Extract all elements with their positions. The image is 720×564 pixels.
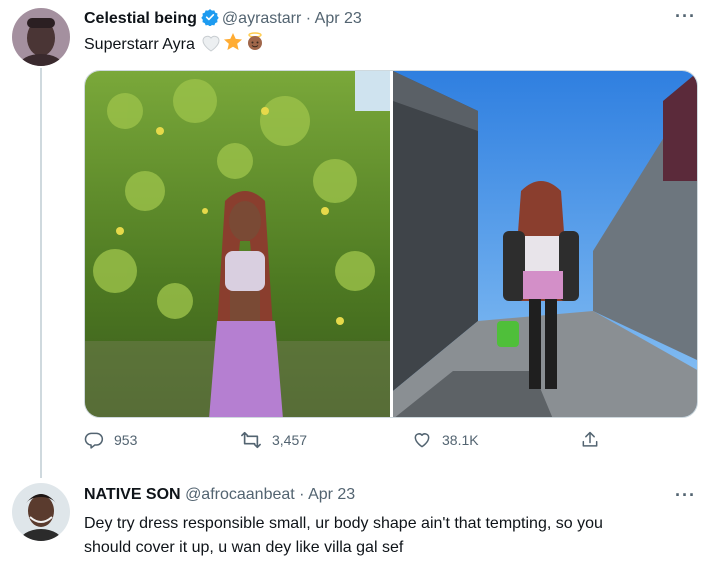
star-icon xyxy=(223,32,243,60)
author-handle[interactable]: @ayrastarr xyxy=(222,10,301,27)
separator-dot: · xyxy=(305,10,312,27)
media-grid[interactable] xyxy=(84,70,698,418)
thread-line xyxy=(40,68,42,478)
reply-icon xyxy=(84,432,104,449)
tweet-text: Superstarr Ayra xyxy=(84,32,265,60)
share-icon xyxy=(582,431,598,447)
author-avatar[interactable] xyxy=(12,8,70,66)
reply-timestamp[interactable]: Apr 23 xyxy=(308,486,355,503)
photo-1[interactable] xyxy=(85,71,390,417)
tweet-timestamp[interactable]: Apr 23 xyxy=(315,10,362,27)
angel-icon xyxy=(245,32,265,60)
more-options-button[interactable]: ··· xyxy=(675,6,696,27)
tweet-header: Celestial being @ayrastarr · Apr 23 xyxy=(84,8,362,32)
reply-header: NATIVE SON @afrocaanbeat · Apr 23 xyxy=(84,485,355,505)
reply-text-line: Dey try dress responsible small, ur body… xyxy=(84,515,603,532)
reply-more-options-button[interactable]: ··· xyxy=(675,485,696,506)
white-heart-icon xyxy=(201,34,221,60)
reply-count: 953 xyxy=(114,432,138,448)
photo-2[interactable] xyxy=(393,71,697,417)
share-button[interactable] xyxy=(580,430,610,450)
tweet-text-content: Superstarr Ayra xyxy=(84,36,195,53)
reply-author-name[interactable]: NATIVE SON xyxy=(84,486,181,503)
reply-button[interactable]: 953 xyxy=(84,430,137,450)
tweet-actions: 953 3,457 38.1K xyxy=(84,430,644,456)
verified-badge-icon xyxy=(201,8,219,32)
retweet-count: 3,457 xyxy=(272,432,308,448)
reply-author-avatar[interactable] xyxy=(12,483,70,541)
like-count: 38.1K xyxy=(442,432,479,448)
like-button[interactable]: 38.1K xyxy=(412,430,479,450)
retweet-icon xyxy=(241,431,261,449)
retweet-button[interactable]: 3,457 xyxy=(240,430,307,450)
reply-author-handle[interactable]: @afrocaanbeat xyxy=(185,486,295,503)
reply-text-line: should cover it up, u wan dey like villa… xyxy=(84,539,404,556)
reply-text: Dey try dress responsible small, ur body… xyxy=(84,512,603,560)
heart-icon xyxy=(414,433,430,448)
author-name[interactable]: Celestial being xyxy=(84,10,197,27)
separator-dot: · xyxy=(299,486,305,503)
